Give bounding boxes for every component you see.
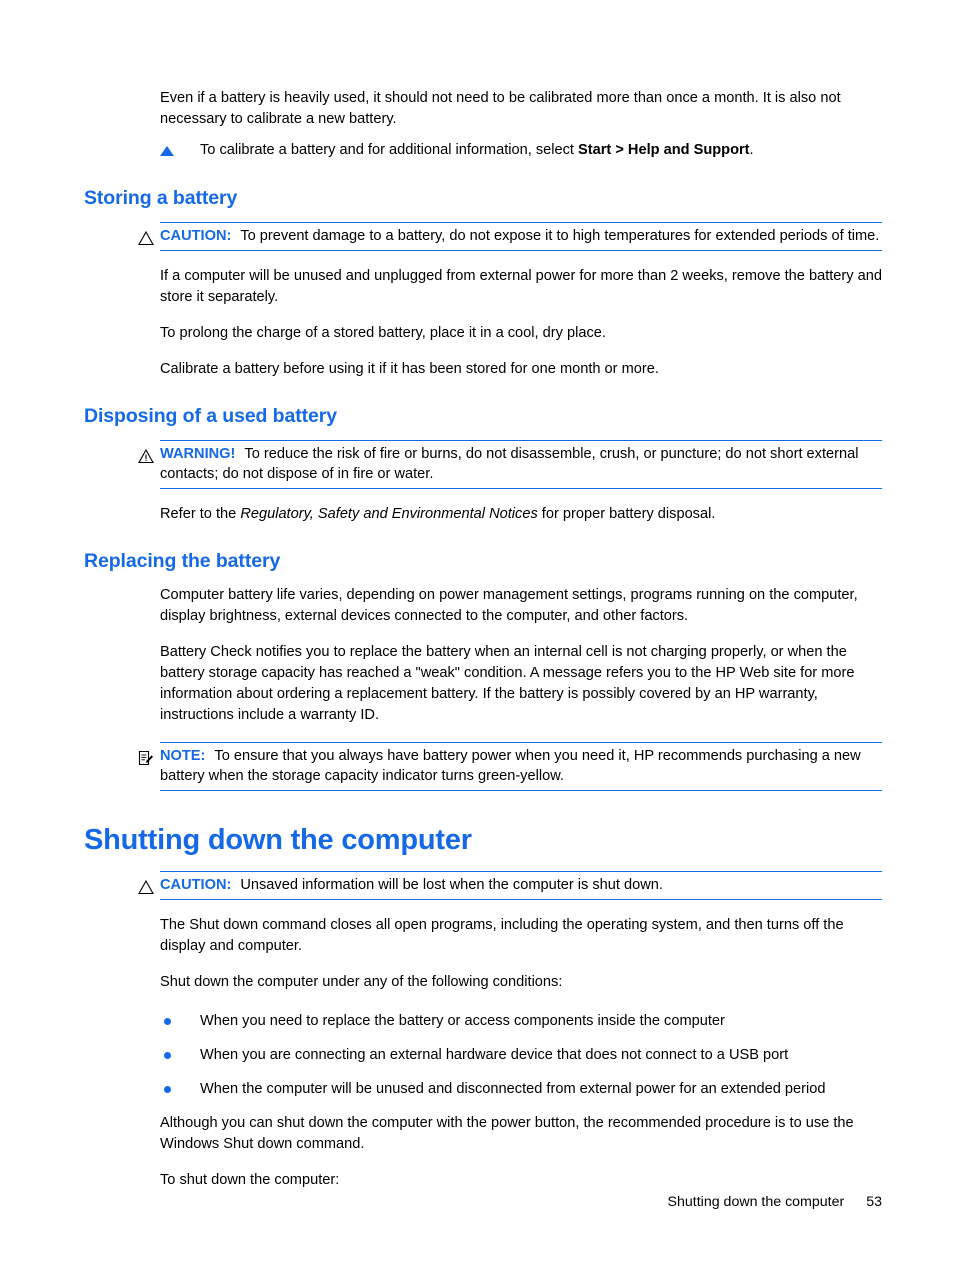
storing-paragraph-1: If a computer will be unused and unplugg… <box>160 268 882 305</box>
warning-body: WARNING! To reduce the risk of fire or bu… <box>160 444 882 484</box>
triangle-bullet-icon <box>160 146 174 156</box>
intro-paragraph: Even if a battery is heavily used, it sh… <box>160 90 841 127</box>
warning-triangle-icon <box>137 447 155 465</box>
caution-text: To prevent damage to a battery, do not e… <box>240 228 880 244</box>
shutdown-closing-paragraph-2: To shut down the computer: <box>160 1172 340 1188</box>
caution-box-storing: CAUTION: To prevent damage to a battery, … <box>138 222 882 251</box>
note-document-icon <box>137 749 155 767</box>
shutdown-closing-paragraphs: Although you can shut down the computer … <box>160 1113 882 1191</box>
replacing-paragraph-2: Battery Check notifies you to replace th… <box>160 644 855 723</box>
caution-triangle-icon <box>137 878 155 896</box>
refer-text-before: Refer to the <box>160 506 241 522</box>
caution-label: CAUTION: <box>160 877 232 893</box>
warning-label: WARNING! <box>160 446 236 462</box>
note-box-replacing: NOTE: To ensure that you always have batt… <box>138 742 882 791</box>
replacing-paragraph-1: Computer battery life varies, depending … <box>160 587 858 624</box>
list-item: When you need to replace the battery or … <box>160 1011 882 1032</box>
warning-text: To reduce the risk of fire or burns, do … <box>160 446 859 482</box>
list-item-label: When you are connecting an external hard… <box>200 1047 789 1063</box>
list-item: When the computer will be unused and dis… <box>160 1079 882 1100</box>
document-page: Even if a battery is heavily used, it sh… <box>0 0 954 1270</box>
list-item: When you are connecting an external hard… <box>160 1045 882 1066</box>
note-label: NOTE: <box>160 748 206 764</box>
caution-text: Unsaved information will be lost when th… <box>240 877 663 893</box>
footer-section-title: Shutting down the computer <box>667 1194 845 1210</box>
step-text-after: . <box>749 142 754 158</box>
caution-body: CAUTION: Unsaved information will be lost… <box>160 875 882 895</box>
footer-page-number: 53 <box>866 1194 882 1210</box>
shutdown-paragraph-2: Shut down the computer under any of the … <box>160 974 563 990</box>
shutdown-paragraphs: The Shut down command closes all open pr… <box>160 915 882 993</box>
shutdown-closing-paragraph-1: Although you can shut down the computer … <box>160 1115 854 1152</box>
bullet-dot-icon <box>164 1086 171 1093</box>
procedure-step: To calibrate a battery and for additiona… <box>160 140 882 162</box>
shutdown-conditions-list: When you need to replace the battery or … <box>160 1011 882 1100</box>
intro-block: Even if a battery is heavily used, it sh… <box>160 88 882 130</box>
storing-paragraphs: If a computer will be unused and unplugg… <box>160 266 882 380</box>
heading-replacing-the-battery: Replacing the battery <box>84 550 281 572</box>
step-bold-menu-path: Start > Help and Support <box>578 142 750 158</box>
bullet-dot-icon <box>164 1052 171 1059</box>
refer-text-after: for proper battery disposal. <box>537 506 716 522</box>
step-text-before: To calibrate a battery and for additiona… <box>200 142 579 158</box>
caution-body: CAUTION: To prevent damage to a battery, … <box>160 226 882 246</box>
bullet-dot-icon <box>164 1018 171 1025</box>
page-content: Even if a battery is heavily used, it sh… <box>84 88 884 1198</box>
disposing-paragraphs: Refer to the Regulatory, Safety and Envi… <box>160 504 882 525</box>
heading-storing-a-battery: Storing a battery <box>84 187 238 209</box>
heading-disposing-of-a-used-battery: Disposing of a used battery <box>84 405 338 427</box>
shutdown-paragraph-1: The Shut down command closes all open pr… <box>160 917 844 954</box>
caution-triangle-icon <box>137 229 155 247</box>
storing-paragraph-2: To prolong the charge of a stored batter… <box>160 325 606 341</box>
note-text: To ensure that you always have battery p… <box>160 748 861 784</box>
list-item-label: When you need to replace the battery or … <box>200 1013 725 1029</box>
storing-paragraph-3: Calibrate a battery before using it if i… <box>160 361 659 377</box>
procedure-step-text: To calibrate a battery and for additiona… <box>200 140 882 161</box>
caution-label: CAUTION: <box>160 228 232 244</box>
list-item-label: When the computer will be unused and dis… <box>200 1081 826 1097</box>
note-body: NOTE: To ensure that you always have batt… <box>160 746 882 786</box>
replacing-paragraphs: Computer battery life varies, depending … <box>160 585 882 726</box>
disposing-refer-paragraph: Refer to the Regulatory, Safety and Envi… <box>160 504 882 525</box>
warning-box-disposing: WARNING! To reduce the risk of fire or bu… <box>138 440 882 489</box>
heading-shutting-down-the-computer: Shutting down the computer <box>84 824 472 856</box>
page-footer: Shutting down the computer 53 <box>84 1192 882 1212</box>
caution-box-shutdown: CAUTION: Unsaved information will be lost… <box>138 871 882 900</box>
refer-document-title: Regulatory, Safety and Environmental Not… <box>240 506 538 522</box>
